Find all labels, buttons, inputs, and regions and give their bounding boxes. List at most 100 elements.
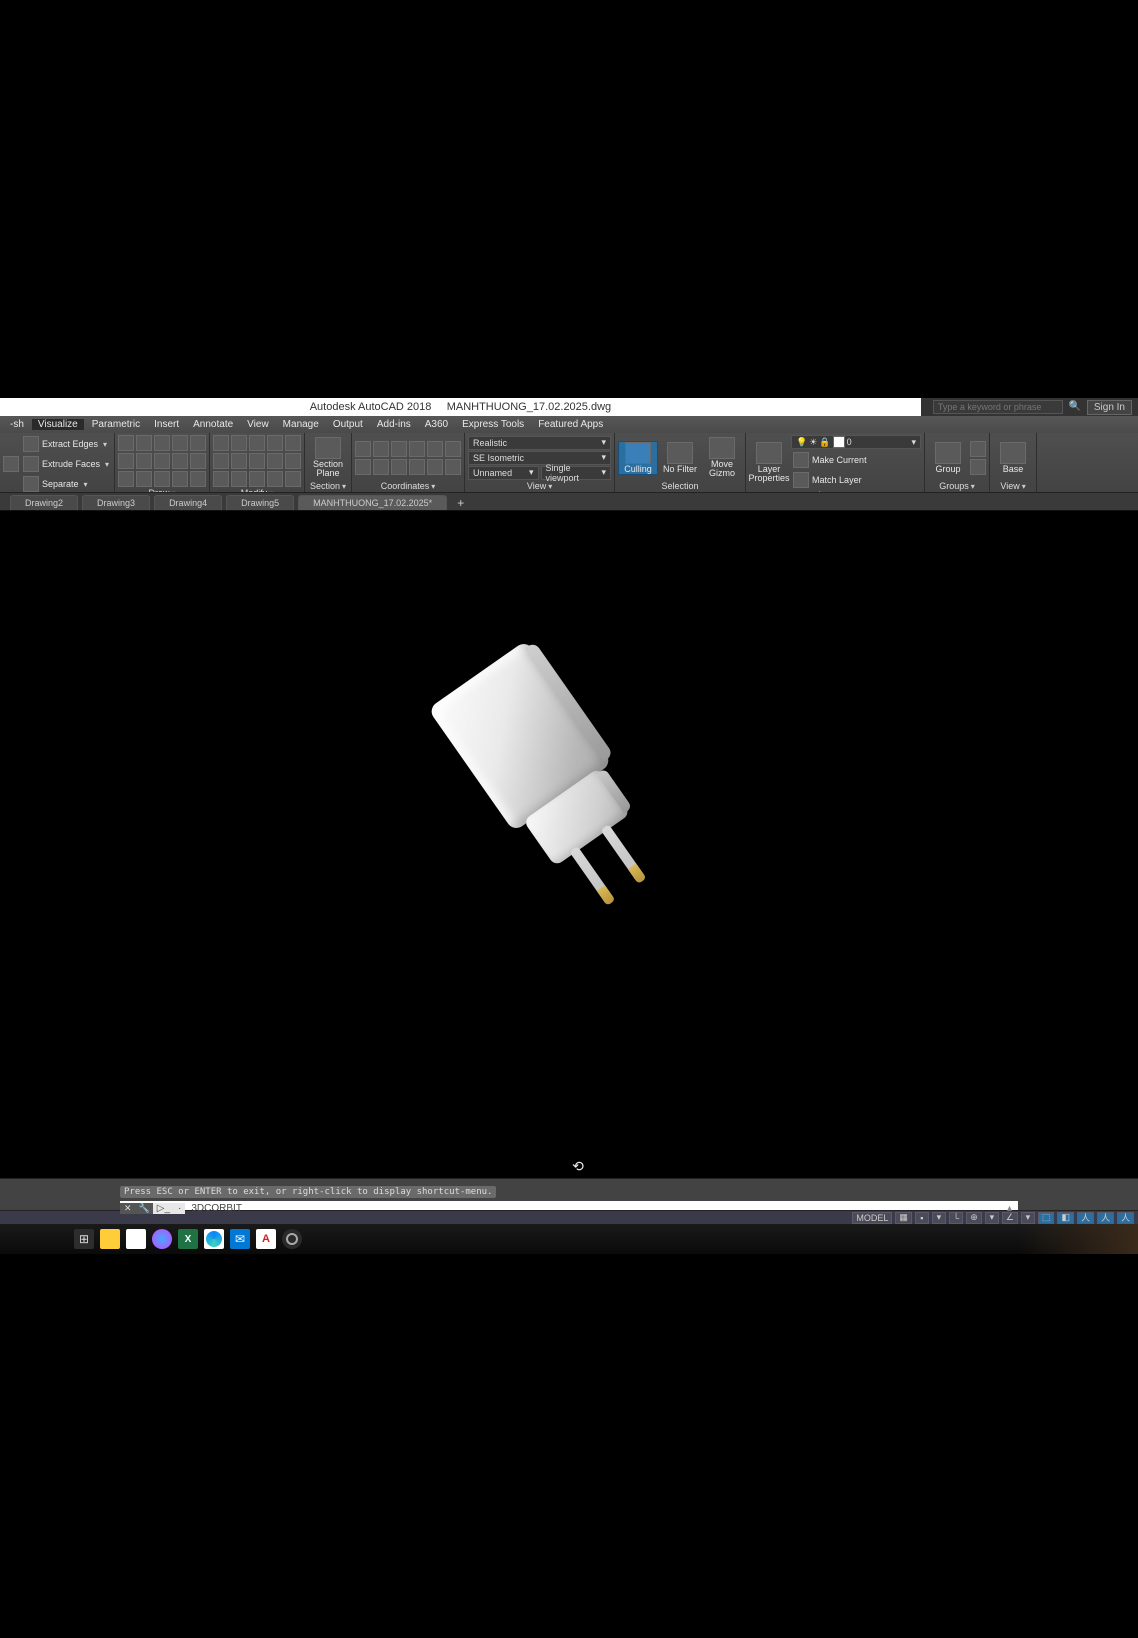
command-wrench-icon[interactable]: 🔧 [136,1203,153,1214]
search-trigger-icon[interactable]: 🔍 [1069,401,1081,413]
draw-tool-icon[interactable] [190,471,206,487]
windows-taskbar[interactable]: ⊞ X ✉ A [0,1224,1138,1254]
tab-featured-apps[interactable]: Featured Apps [532,419,609,430]
draw-tool-icon[interactable] [154,435,170,451]
tab-express-tools[interactable]: Express Tools [456,419,530,430]
move-gizmo-button[interactable]: Move Gizmo [702,437,742,478]
layer-dropdown[interactable]: 💡☀🔒0▾ [791,435,921,449]
ucs-tool-icon[interactable] [445,459,461,475]
draw-tool-icon[interactable] [190,453,206,469]
match-layer-button[interactable]: Match Layer [791,471,921,489]
extrude-faces-button[interactable]: Extrude Faces [21,455,111,473]
status-toggle[interactable]: └ [949,1212,963,1224]
doc-tab-active[interactable]: MANHTHUONG_17.02.2025* [298,495,447,510]
edge-icon[interactable] [204,1229,224,1249]
draw-tool-icon[interactable] [172,453,188,469]
draw-tool-icon[interactable] [154,471,170,487]
group-tool-icon[interactable] [970,441,986,457]
modify-tool-icon[interactable] [285,471,301,487]
draw-tool-icon[interactable] [136,453,152,469]
panel-title-view2[interactable]: View [993,480,1033,492]
ucs-tool-icon[interactable] [391,441,407,457]
tab-view[interactable]: View [241,419,275,430]
draw-tool-icon[interactable] [136,471,152,487]
modify-tool-icon[interactable] [285,453,301,469]
modify-tool-icon[interactable] [267,435,283,451]
mail-icon[interactable]: ✉ [230,1229,250,1249]
draw-tool-icon[interactable] [118,435,134,451]
status-toggle[interactable]: ◧ [1057,1212,1074,1224]
tab-addins[interactable]: Add-ins [371,419,417,430]
group-button[interactable]: Group [928,442,968,474]
modify-tool-icon[interactable] [213,435,229,451]
help-search-input[interactable] [933,400,1063,414]
modify-tool-icon[interactable] [249,435,265,451]
ucs-tool-icon[interactable] [427,441,443,457]
draw-tool-icon[interactable] [118,453,134,469]
excel-icon[interactable]: X [178,1229,198,1249]
gizmo-toggle[interactable]: 人 [1077,1212,1094,1224]
solidedit-icon[interactable] [3,456,19,472]
tab-a360[interactable]: A360 [419,419,454,430]
modify-tool-icon[interactable] [249,453,265,469]
doc-tab[interactable]: Drawing2 [10,495,78,510]
viewport-3d[interactable]: ⟲ [0,511,1138,1178]
status-toggle[interactable]: ▪ [915,1212,929,1224]
modify-tool-icon[interactable] [213,453,229,469]
extract-edges-button[interactable]: Extract Edges [21,435,111,453]
ucs-tool-icon[interactable] [355,459,371,475]
obs-icon[interactable] [282,1229,302,1249]
culling-button[interactable]: Culling [618,441,658,475]
panel-title-groups[interactable]: Groups [928,480,986,492]
ucs-tool-icon[interactable] [427,459,443,475]
command-close-icon[interactable]: ✕ [120,1203,136,1214]
autocad-icon[interactable]: A [256,1229,276,1249]
make-current-button[interactable]: Make Current [791,451,921,469]
status-dropdown[interactable]: ▾ [932,1212,946,1224]
modify-tool-icon[interactable] [249,471,265,487]
doc-tab[interactable]: Drawing3 [82,495,150,510]
modify-tool-icon[interactable] [213,471,229,487]
tab-annotate[interactable]: Annotate [187,419,239,430]
doc-tab[interactable]: Drawing4 [154,495,222,510]
group-tool-icon[interactable] [970,459,986,475]
start-button[interactable]: ⊞ [74,1229,94,1249]
sign-in-button[interactable]: Sign In [1087,400,1132,415]
status-dropdown[interactable]: ▾ [985,1212,999,1224]
no-filter-button[interactable]: No Filter [660,442,700,474]
tab-insert[interactable]: Insert [148,419,185,430]
ucs-tool-icon[interactable] [409,441,425,457]
gizmo-toggle[interactable]: 人 [1097,1212,1114,1224]
separate-button[interactable]: Separate [21,475,111,493]
modify-tool-icon[interactable] [231,453,247,469]
draw-tool-icon[interactable] [154,453,170,469]
tab-visualize[interactable]: Visualize [32,419,84,430]
modify-tool-icon[interactable] [267,453,283,469]
file-explorer-icon[interactable] [100,1229,120,1249]
tab-parametric[interactable]: Parametric [86,419,146,430]
viewport-config-dropdown[interactable]: Single viewport▾ [541,466,612,480]
status-toggle[interactable]: ⊕ [966,1212,982,1224]
panel-title-view[interactable]: View [468,480,611,492]
status-toggle[interactable]: ⬚ [1038,1212,1055,1224]
gizmo-toggle[interactable]: 人 [1117,1212,1134,1224]
ucs-tool-icon[interactable] [373,441,389,457]
draw-tool-icon[interactable] [118,471,134,487]
panel-title-coordinates[interactable]: Coordinates [355,480,461,492]
tab-manage[interactable]: Manage [277,419,325,430]
copilot-icon[interactable] [152,1229,172,1249]
doc-tab[interactable]: Drawing5 [226,495,294,510]
grid-toggle[interactable]: ▦ [895,1212,912,1224]
panel-title-section[interactable]: Section [308,480,348,492]
visual-style-dropdown[interactable]: Realistic▾ [468,436,611,450]
ucs-named-dropdown[interactable]: Unnamed▾ [468,466,539,480]
modify-tool-icon[interactable] [285,435,301,451]
model-space-button[interactable]: MODEL [852,1212,892,1224]
tab-output[interactable]: Output [327,419,369,430]
draw-tool-icon[interactable] [172,435,188,451]
ucs-tool-icon[interactable] [355,441,371,457]
draw-tool-icon[interactable] [136,435,152,451]
status-toggle[interactable]: ∠ [1002,1212,1018,1224]
ucs-tool-icon[interactable] [391,459,407,475]
modify-tool-icon[interactable] [231,435,247,451]
